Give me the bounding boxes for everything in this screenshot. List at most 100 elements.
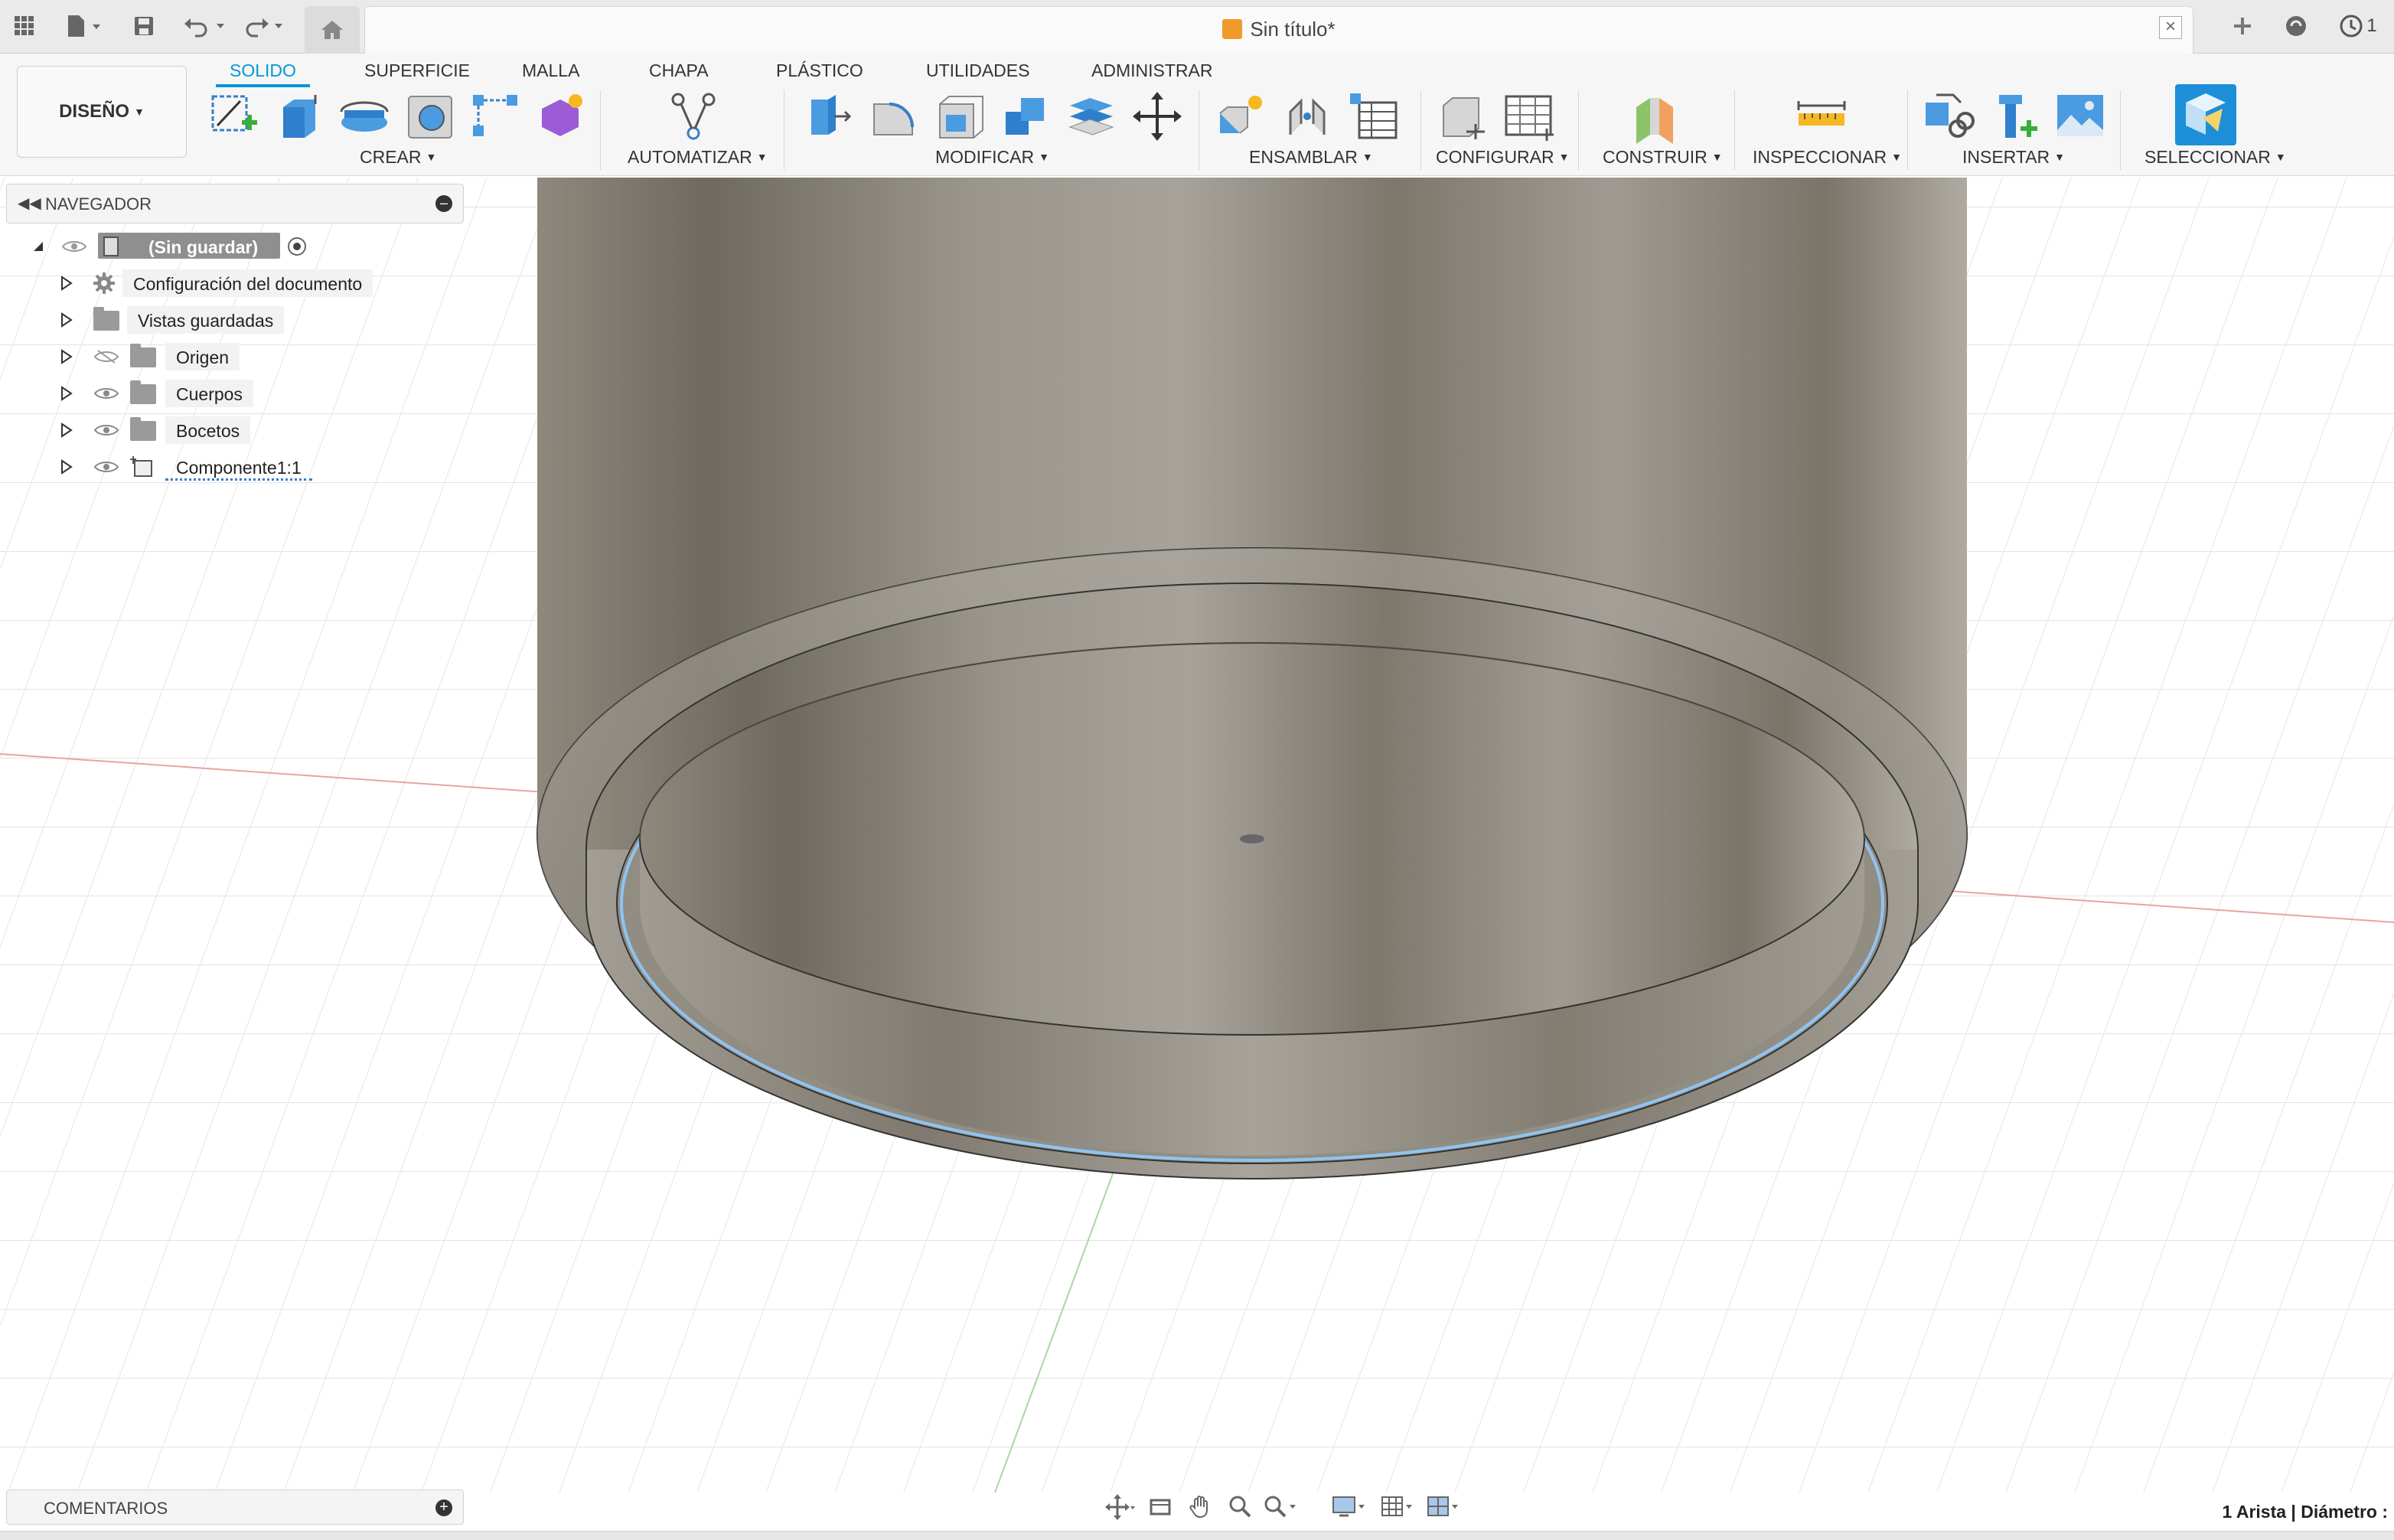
tree-item-bodies[interactable]: Cuerpos: [54, 378, 398, 409]
save-icon[interactable]: [129, 11, 159, 41]
group-configurar[interactable]: CONFIGURAR ▼: [1436, 147, 1569, 168]
tab-plastico[interactable]: PLÁSTICO: [776, 54, 863, 84]
navigator-title: NAVEGADOR: [45, 194, 152, 214]
expand-triangle-icon[interactable]: [60, 386, 73, 401]
document-cube-icon: [1222, 19, 1243, 39]
visibility-eye-icon[interactable]: [93, 386, 119, 401]
joint-icon[interactable]: [1280, 89, 1335, 144]
extrude-icon[interactable]: [272, 89, 328, 144]
hidden-eye-icon[interactable]: [93, 349, 119, 364]
pattern-icon[interactable]: [468, 89, 523, 144]
expand-triangle-icon[interactable]: [60, 349, 73, 364]
expand-triangle-icon[interactable]: [60, 423, 73, 438]
cylinder-body[interactable]: [537, 178, 1968, 1179]
group-modificar[interactable]: MODIFICAR ▼: [935, 147, 1049, 168]
combine-icon[interactable]: [998, 89, 1053, 144]
workspace-switcher[interactable]: DISEÑO ▼: [17, 66, 187, 158]
configure-icon[interactable]: [1436, 89, 1491, 144]
tab-solido[interactable]: SOLIDO: [216, 54, 310, 87]
tab-administrar[interactable]: ADMINISTRAR: [1091, 54, 1212, 84]
redo-icon[interactable]: [240, 11, 288, 41]
viewports-icon[interactable]: [1427, 1494, 1458, 1520]
apps-grid-icon[interactable]: [11, 11, 38, 41]
press-pull-icon[interactable]: [801, 89, 856, 144]
group-inspeccionar[interactable]: INSPECCIONAR ▼: [1753, 147, 1902, 168]
zoom-icon[interactable]: [1225, 1494, 1255, 1520]
tree-item-sketches[interactable]: Bocetos: [54, 415, 398, 445]
construct-plane-icon[interactable]: [1627, 89, 1682, 144]
display-settings-icon[interactable]: [1332, 1494, 1365, 1520]
new-tab-icon[interactable]: [2227, 11, 2258, 41]
automate-icon[interactable]: [666, 89, 721, 144]
group-crear[interactable]: CREAR ▼: [360, 147, 436, 168]
revolve-icon[interactable]: [337, 89, 392, 144]
tree-item-component[interactable]: Componente1:1: [54, 452, 398, 482]
tab-malla[interactable]: MALLA: [522, 54, 579, 84]
minimize-icon[interactable]: –: [435, 195, 452, 212]
document-tab[interactable]: Sin título* ×: [364, 6, 2193, 54]
collapse-navigator-icon[interactable]: ◀◀: [18, 194, 41, 213]
job-count: 1: [2366, 15, 2377, 36]
hole-icon[interactable]: [403, 89, 458, 144]
canvas-viewport[interactable]: [0, 178, 2394, 1493]
comments-panel[interactable]: COMENTARIOS +: [6, 1489, 464, 1525]
expand-triangle-icon[interactable]: [60, 459, 73, 475]
tree-item-label: Vistas guardadas: [127, 306, 285, 334]
insert-mcmaster-icon[interactable]: [1987, 89, 2042, 144]
create-sketch-icon[interactable]: [207, 89, 262, 144]
job-status-icon[interactable]: 1: [2331, 11, 2385, 41]
home-icon[interactable]: [305, 6, 360, 54]
new-component-icon[interactable]: [1214, 89, 1269, 144]
undo-icon[interactable]: [181, 11, 228, 41]
tree-item-document-settings[interactable]: Configuración del documento: [54, 268, 398, 299]
visibility-eye-icon[interactable]: [93, 423, 119, 438]
offset-face-icon[interactable]: [1064, 89, 1119, 144]
insert-derive-icon[interactable]: [1921, 89, 1976, 144]
gear-icon: [93, 272, 115, 294]
ribbon-separator: [1907, 90, 1908, 170]
activate-radio-icon[interactable]: [286, 236, 308, 257]
configuration-table-icon[interactable]: [1502, 89, 1557, 144]
zoom-window-icon[interactable]: [1263, 1494, 1296, 1520]
select-icon[interactable]: [2175, 84, 2236, 145]
extensions-icon[interactable]: [2281, 11, 2311, 41]
group-inspeccionar-label: INSPECCIONAR: [1753, 147, 1887, 167]
document-title: Sin título*: [365, 18, 2193, 41]
tree-item-saved-views[interactable]: Vistas guardadas: [54, 305, 398, 335]
group-construir[interactable]: CONSTRUIR ▼: [1603, 147, 1723, 168]
look-at-icon[interactable]: [1145, 1494, 1176, 1520]
pan-hand-icon[interactable]: [1185, 1494, 1215, 1520]
navigation-toolbar: [1105, 1488, 1468, 1526]
group-seleccionar[interactable]: SELECCIONAR ▼: [2144, 147, 2286, 168]
close-tab-icon[interactable]: ×: [2159, 16, 2182, 39]
move-icon[interactable]: [1130, 89, 1185, 144]
file-menu-icon[interactable]: [61, 11, 107, 41]
ribbon-separator: [2120, 90, 2121, 170]
add-comment-icon[interactable]: +: [435, 1499, 452, 1516]
workspace-label: DISEÑO: [59, 101, 130, 122]
orbit-icon[interactable]: [1105, 1494, 1136, 1520]
folder-icon: [130, 380, 156, 404]
group-automatizar[interactable]: AUTOMATIZAR ▼: [628, 147, 768, 168]
grid-settings-icon[interactable]: [1381, 1494, 1412, 1520]
tab-superficie[interactable]: SUPERFICIE: [364, 54, 470, 84]
insert-canvas-icon[interactable]: [2053, 89, 2108, 144]
collapse-triangle-icon[interactable]: [31, 239, 46, 254]
measure-icon[interactable]: [1794, 89, 1849, 144]
tree-root-label: (Sin guardar): [148, 237, 259, 257]
shell-icon[interactable]: [932, 89, 987, 144]
bill-of-materials-icon[interactable]: [1345, 89, 1401, 144]
tree-item-origin[interactable]: Origen: [54, 341, 398, 372]
create-form-icon[interactable]: [533, 89, 588, 144]
tab-chapa[interactable]: CHAPA: [649, 54, 709, 84]
visibility-eye-icon[interactable]: [93, 459, 119, 475]
expand-triangle-icon[interactable]: [60, 276, 73, 291]
folder-icon: [93, 307, 119, 331]
tab-utilidades[interactable]: UTILIDADES: [926, 54, 1029, 84]
fillet-icon[interactable]: [866, 89, 921, 144]
expand-triangle-icon[interactable]: [60, 312, 73, 328]
visibility-eye-icon[interactable]: [61, 239, 87, 254]
group-seleccionar-label: SELECCIONAR: [2144, 147, 2271, 167]
group-ensamblar[interactable]: ENSAMBLAR ▼: [1249, 147, 1373, 168]
group-insertar[interactable]: INSERTAR ▼: [1962, 147, 2065, 168]
